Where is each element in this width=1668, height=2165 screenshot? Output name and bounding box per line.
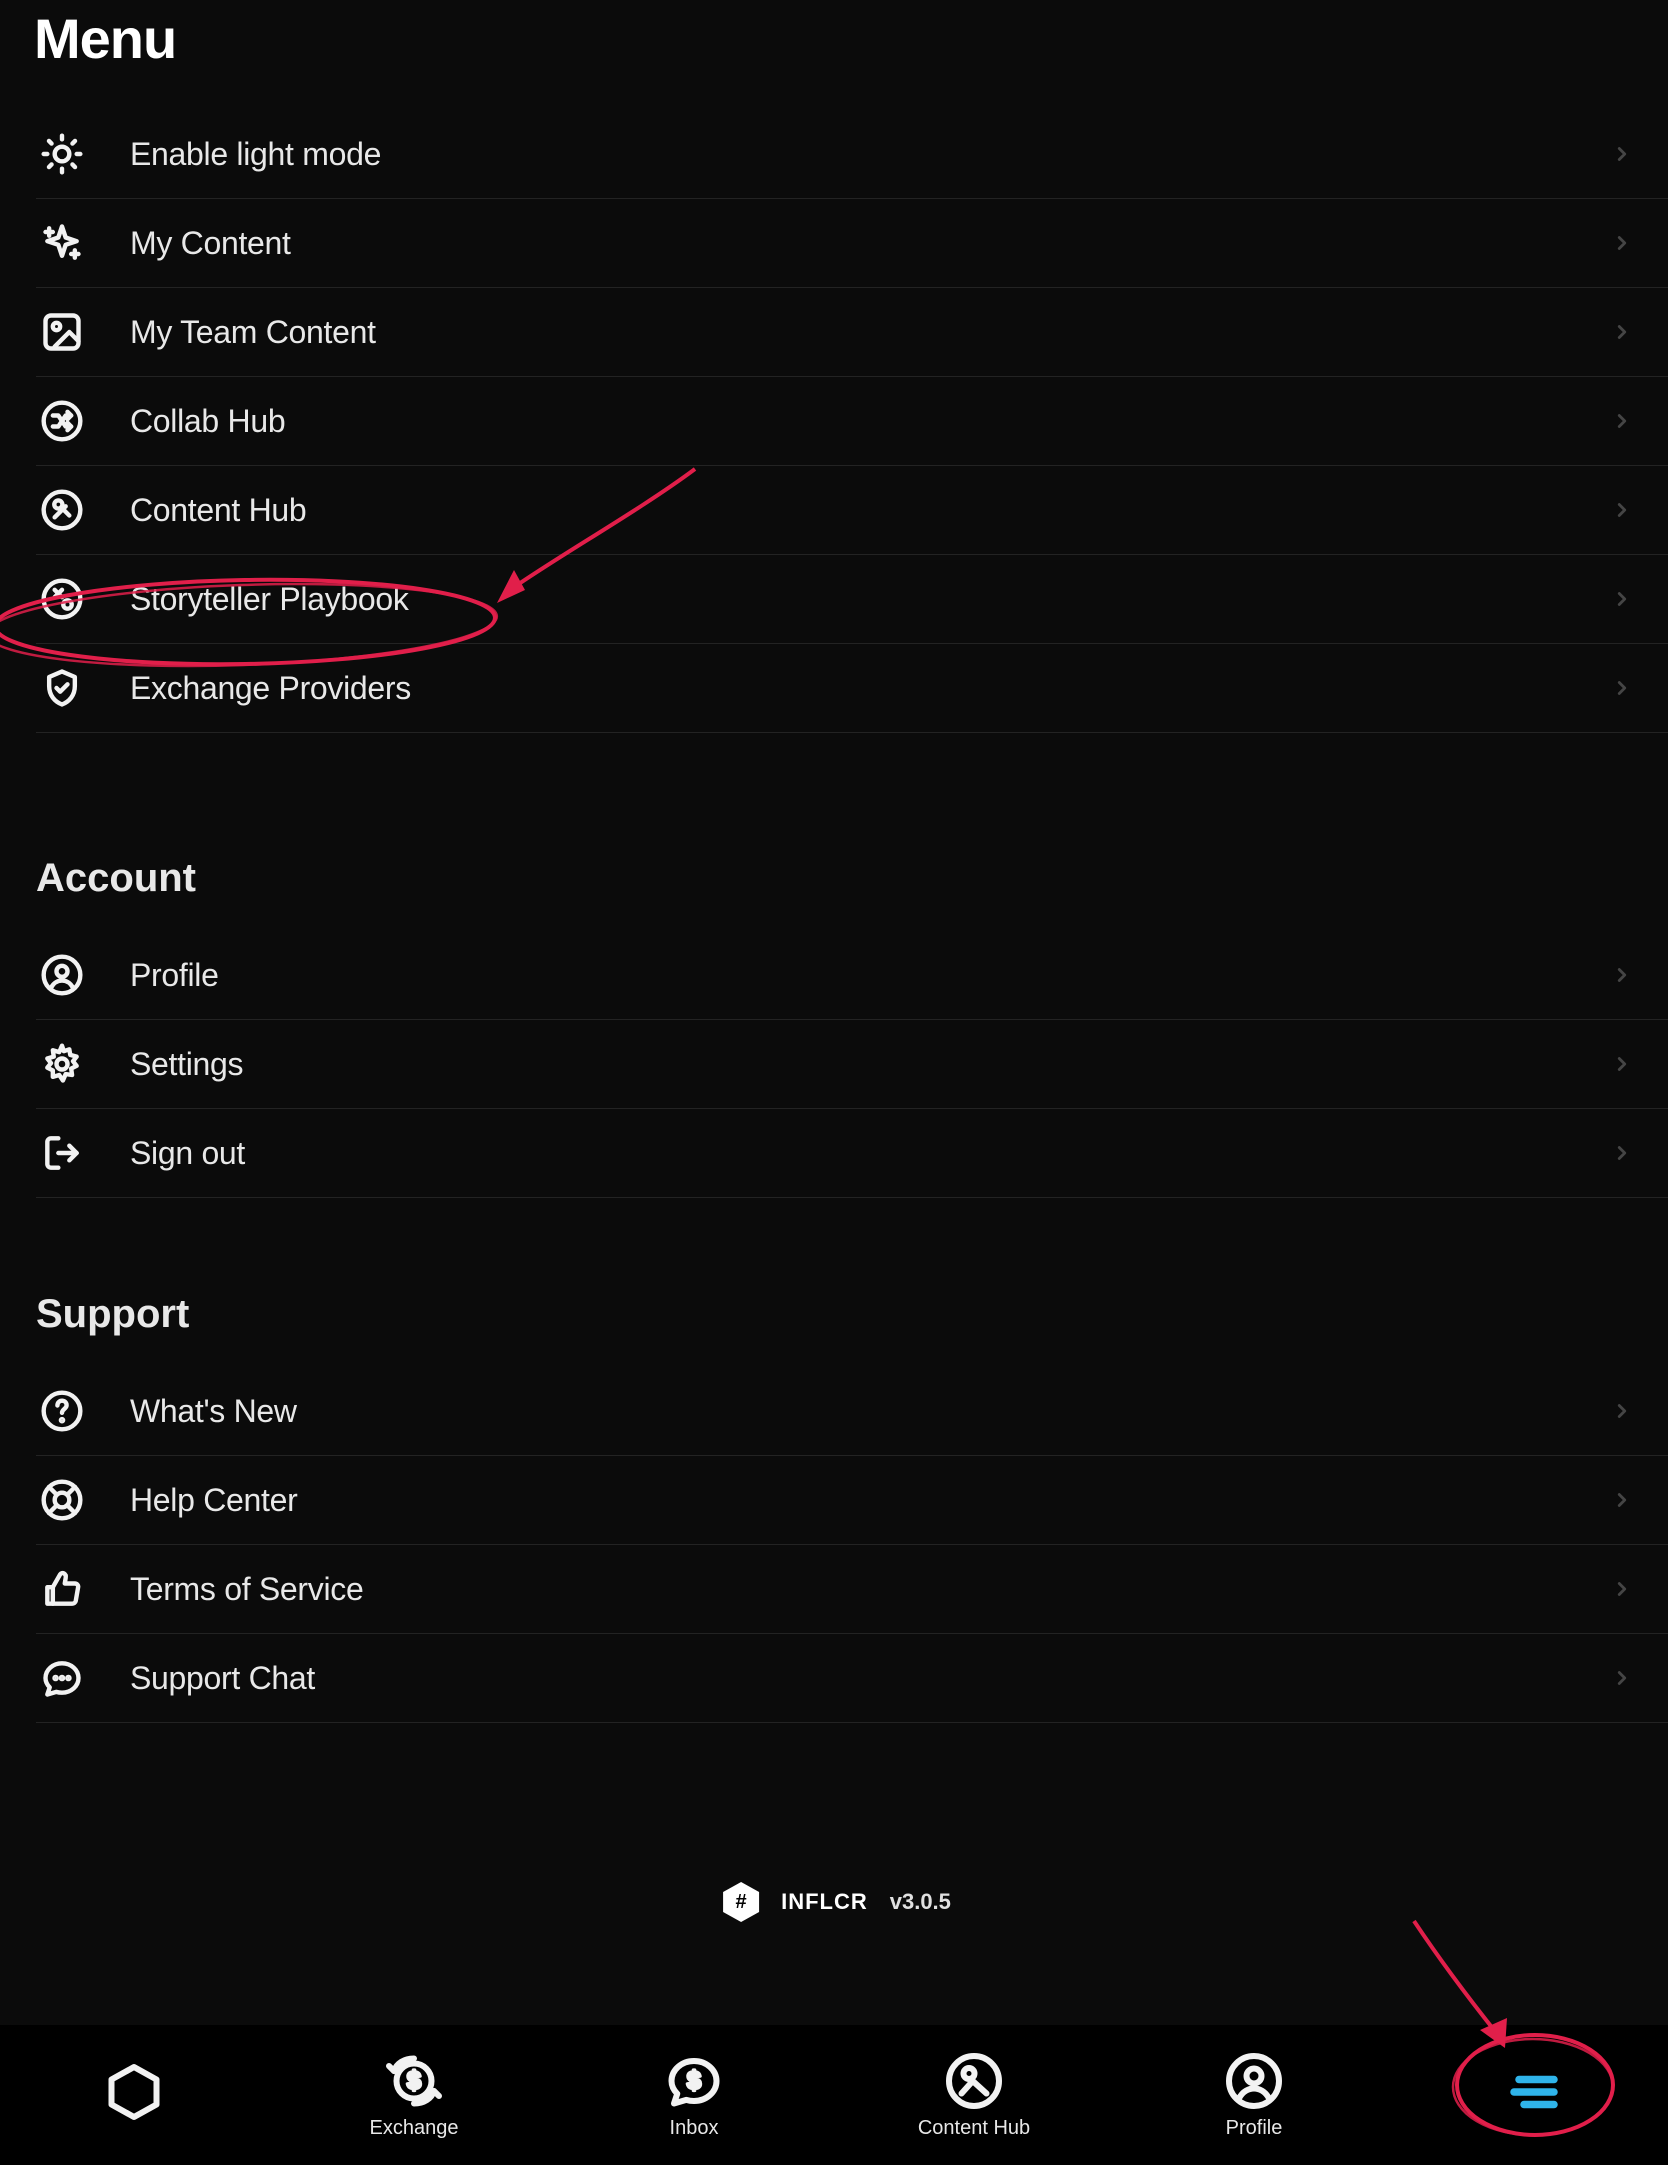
menu-item-exchange-providers[interactable]: Exchange Providers (36, 644, 1668, 733)
menu-item-label: Enable light mode (130, 136, 1608, 173)
menu-item-whats-new[interactable]: What's New (36, 1367, 1668, 1456)
thumbs-up-icon (36, 1563, 88, 1615)
gear-icon (36, 1038, 88, 1090)
sun-icon (36, 128, 88, 180)
menu-item-storyteller-playbook[interactable]: Storyteller Playbook (36, 555, 1668, 644)
tab-label: Inbox (670, 2117, 719, 2140)
page-title: Menu (34, 6, 176, 71)
menu-item-label: Settings (130, 1046, 1608, 1083)
chevron-right-icon (1608, 1142, 1668, 1164)
menu-item-terms[interactable]: Terms of Service (36, 1545, 1668, 1634)
menu-item-label: Collab Hub (130, 403, 1608, 440)
section-title-support: Support (36, 1272, 1668, 1337)
chat-icon (36, 1652, 88, 1704)
chevron-right-icon (1608, 1053, 1668, 1075)
brand-hex-icon: # (717, 1878, 765, 1926)
strategy-circle-icon (36, 573, 88, 625)
chevron-right-icon (1608, 499, 1668, 521)
chevron-right-icon (1608, 321, 1668, 343)
tab-label: Exchange (370, 2117, 459, 2140)
svg-text:#: # (126, 2076, 141, 2107)
menu-item-help-center[interactable]: Help Center (36, 1456, 1668, 1545)
menu-item-sign-out[interactable]: Sign out (36, 1109, 1668, 1198)
menu-item-label: Terms of Service (130, 1571, 1608, 1608)
menu-item-label: Storyteller Playbook (130, 581, 1608, 618)
chevron-right-icon (1608, 588, 1668, 610)
menu-item-label: Content Hub (130, 492, 1608, 529)
menu-item-label: Exchange Providers (130, 670, 1608, 707)
tab-profile[interactable]: Profile (1114, 2025, 1394, 2165)
menu-item-label: My Content (130, 225, 1608, 262)
menu-item-label: Help Center (130, 1482, 1608, 1519)
tab-content-hub[interactable]: Content Hub (834, 2025, 1114, 2165)
svg-text:#: # (736, 1891, 747, 1913)
user-circle-icon (36, 949, 88, 1001)
sparkle-icon (36, 217, 88, 269)
brand-version: v3.0.5 (890, 1889, 951, 1915)
menu-item-label: What's New (130, 1393, 1608, 1430)
tools-circle-icon (36, 484, 88, 536)
brand-name: INFLCR (781, 1889, 868, 1915)
sign-out-icon (36, 1127, 88, 1179)
menu-item-light-mode[interactable]: Enable light mode (36, 110, 1668, 199)
lifebuoy-icon (36, 1474, 88, 1526)
tab-bar: # $ Exchange $ Inbox Content Hub Profile (0, 2025, 1668, 2165)
shield-check-icon (36, 662, 88, 714)
chevron-right-icon (1608, 964, 1668, 986)
chevron-right-icon (1608, 143, 1668, 165)
menu-item-content-hub[interactable]: Content Hub (36, 466, 1668, 555)
image-icon (36, 306, 88, 358)
menu-item-team-content[interactable]: My Team Content (36, 288, 1668, 377)
tab-inbox[interactable]: $ Inbox (554, 2025, 834, 2165)
menu-item-settings[interactable]: Settings (36, 1020, 1668, 1109)
chevron-right-icon (1608, 677, 1668, 699)
chevron-right-icon (1608, 1578, 1668, 1600)
menu-item-label: Sign out (130, 1135, 1608, 1172)
menu-item-profile[interactable]: Profile (36, 931, 1668, 1020)
tab-home[interactable]: # (0, 2025, 274, 2165)
brand-footer: # INFLCR v3.0.5 (717, 1878, 951, 1926)
chevron-right-icon (1608, 1400, 1668, 1422)
tab-exchange[interactable]: $ Exchange (274, 2025, 554, 2165)
svg-text:$: $ (687, 2066, 701, 2094)
svg-text:$: $ (407, 2066, 421, 2094)
section-title-account: Account (36, 836, 1668, 901)
chevron-right-icon (1608, 1489, 1668, 1511)
tab-label: Content Hub (918, 2117, 1030, 2140)
menu-item-label: My Team Content (130, 314, 1608, 351)
menu-item-label: Profile (130, 957, 1608, 994)
tab-label: Profile (1226, 2117, 1283, 2140)
chevron-right-icon (1608, 410, 1668, 432)
menu-item-label: Support Chat (130, 1660, 1608, 1697)
chevron-right-icon (1608, 232, 1668, 254)
menu-item-collab-hub[interactable]: Collab Hub (36, 377, 1668, 466)
question-circle-icon (36, 1385, 88, 1437)
menu-item-support-chat[interactable]: Support Chat (36, 1634, 1668, 1723)
tab-menu[interactable] (1394, 2025, 1668, 2165)
chevron-right-icon (1608, 1667, 1668, 1689)
menu-item-my-content[interactable]: My Content (36, 199, 1668, 288)
shuffle-circle-icon (36, 395, 88, 447)
